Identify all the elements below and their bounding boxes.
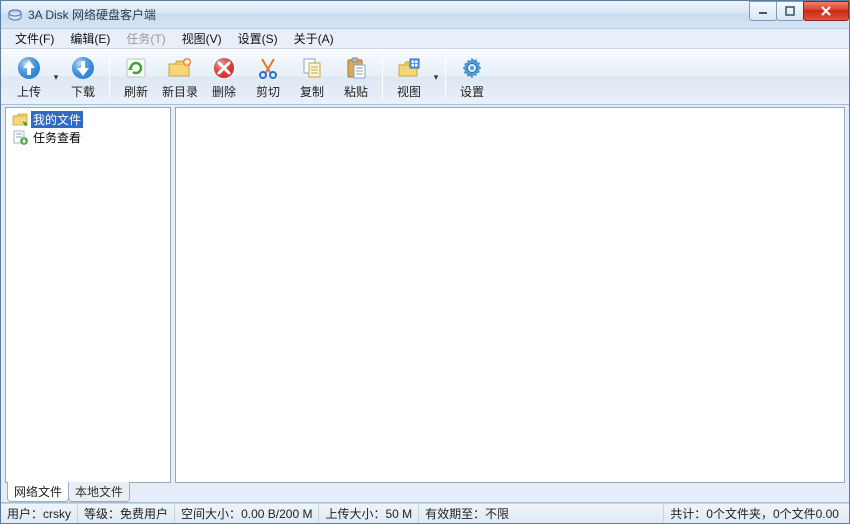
tree-panel[interactable]: 我的文件 任务查看 [5, 107, 171, 483]
refresh-icon [122, 54, 150, 82]
toolbar: 上传 ▾ 下载 刷新 [1, 49, 849, 105]
settings-label: 设置 [460, 83, 484, 100]
window-controls [750, 1, 849, 21]
gear-icon [458, 54, 486, 82]
view-icon [395, 54, 423, 82]
folder-new-icon [166, 54, 194, 82]
status-space: 空间大小： 0.00 B/200 M [175, 504, 319, 523]
tree-task-view[interactable]: 任务查看 [10, 128, 170, 146]
tab-local-files[interactable]: 本地文件 [68, 482, 130, 502]
status-expire-label: 有效期至： [425, 505, 485, 522]
main-area: 我的文件 任务查看 [1, 105, 849, 483]
menu-edit[interactable]: 编辑(E) [62, 28, 118, 49]
toolbar-separator [445, 55, 446, 99]
delete-button[interactable]: 删除 [202, 51, 246, 103]
menu-task[interactable]: 任务(T) [118, 28, 173, 49]
upload-button[interactable]: 上传 [7, 51, 51, 103]
upload-dropdown[interactable]: ▾ [51, 51, 61, 103]
copy-icon [298, 54, 326, 82]
copy-label: 复制 [300, 83, 324, 100]
window-title: 3A Disk 网络硬盘客户端 [28, 6, 156, 23]
file-list-panel[interactable] [175, 107, 845, 483]
status-level-label: 等级： [84, 505, 120, 522]
download-button[interactable]: 下载 [61, 51, 105, 103]
tree-my-files[interactable]: 我的文件 [10, 110, 170, 128]
newdir-button[interactable]: 新目录 [158, 51, 202, 103]
status-uploadsize-label: 上传大小： [325, 505, 385, 522]
cut-label: 剪切 [256, 83, 280, 100]
menu-settings[interactable]: 设置(S) [230, 28, 286, 49]
download-label: 下载 [71, 83, 95, 100]
cut-button[interactable]: 剪切 [246, 51, 290, 103]
upload-label: 上传 [17, 83, 41, 100]
status-total: 共计： 0个文件夹，0个文件0.00 [664, 504, 849, 523]
task-icon [12, 129, 28, 145]
minimize-button[interactable] [749, 1, 777, 21]
status-user: 用户： crsky [1, 504, 78, 523]
tree-my-files-label: 我的文件 [31, 111, 83, 128]
menu-view[interactable]: 视图(V) [174, 28, 230, 49]
view-dropdown[interactable]: ▾ [431, 51, 441, 103]
paste-icon [342, 54, 370, 82]
menubar: 文件(F) 编辑(E) 任务(T) 视图(V) 设置(S) 关于(A) [1, 29, 849, 49]
status-uploadsize: 上传大小： 50 M [319, 504, 419, 523]
folder-icon [12, 111, 28, 127]
delete-label: 删除 [212, 83, 236, 100]
statusbar: 用户： crsky 等级： 免费用户 空间大小： 0.00 B/200 M 上传… [1, 503, 849, 523]
status-user-value: crsky [43, 507, 71, 521]
maximize-button[interactable] [776, 1, 804, 21]
toolbar-separator [382, 55, 383, 99]
toolbar-separator [109, 55, 110, 99]
tab-local-label: 本地文件 [75, 485, 123, 499]
status-expire: 有效期至： 不限 [419, 504, 664, 523]
settings-button[interactable]: 设置 [450, 51, 494, 103]
status-level: 等级： 免费用户 [78, 504, 175, 523]
view-label: 视图 [397, 83, 421, 100]
menu-about[interactable]: 关于(A) [286, 28, 342, 49]
titlebar: 3A Disk 网络硬盘客户端 [1, 1, 849, 29]
bottom-tabs: 网络文件 本地文件 [1, 483, 849, 503]
upload-icon [15, 54, 43, 82]
status-total-label: 共计： [670, 505, 706, 522]
status-uploadsize-value: 50 M [385, 507, 412, 521]
refresh-button[interactable]: 刷新 [114, 51, 158, 103]
status-user-label: 用户： [7, 505, 43, 522]
download-icon [69, 54, 97, 82]
delete-icon [210, 54, 238, 82]
app-icon [7, 7, 23, 23]
status-level-value: 免费用户 [120, 505, 168, 522]
newdir-label: 新目录 [162, 83, 198, 100]
menu-file[interactable]: 文件(F) [7, 28, 62, 49]
status-total-value: 0个文件夹，0个文件0.00 [706, 505, 839, 522]
tree-task-view-label: 任务查看 [31, 129, 83, 146]
cut-icon [254, 54, 282, 82]
paste-label: 粘贴 [344, 83, 368, 100]
paste-button[interactable]: 粘贴 [334, 51, 378, 103]
tab-network-label: 网络文件 [14, 485, 62, 499]
status-space-label: 空间大小： [181, 505, 241, 522]
copy-button[interactable]: 复制 [290, 51, 334, 103]
close-button[interactable] [803, 1, 849, 21]
view-button[interactable]: 视图 [387, 51, 431, 103]
status-expire-value: 不限 [485, 505, 509, 522]
tab-network-files[interactable]: 网络文件 [7, 482, 69, 502]
refresh-label: 刷新 [124, 83, 148, 100]
status-space-value: 0.00 B/200 M [241, 507, 312, 521]
